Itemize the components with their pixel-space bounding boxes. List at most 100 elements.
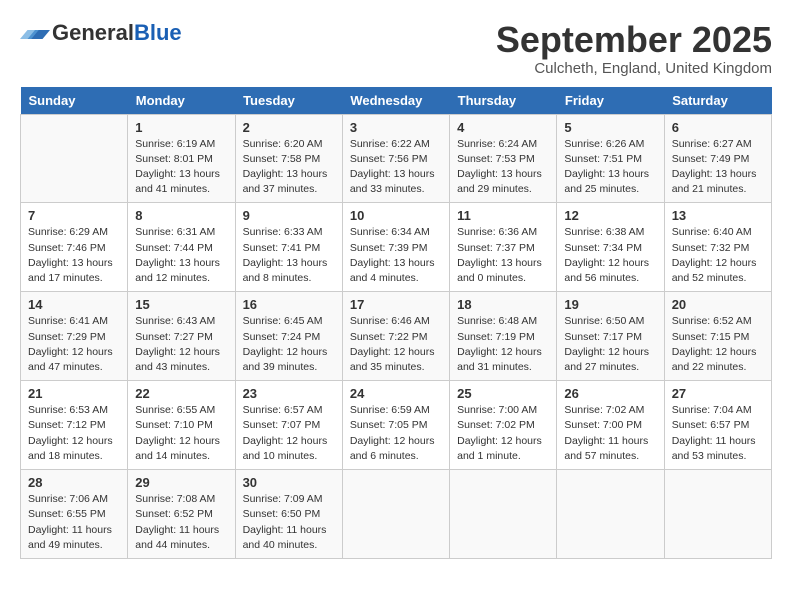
day-number: 22 (135, 386, 227, 401)
day-number: 4 (457, 120, 549, 135)
calendar-cell: 5 Sunrise: 6:26 AM Sunset: 7:51 PM Daylig… (557, 114, 664, 203)
day-number: 9 (243, 208, 335, 223)
subtitle: Culcheth, England, United Kingdom (496, 60, 772, 77)
day-info: Sunrise: 6:24 AM Sunset: 7:53 PM Dayligh… (457, 137, 549, 198)
calendar-cell: 30 Sunrise: 7:09 AM Sunset: 6:50 PM Dayli… (235, 470, 342, 559)
calendar-week-row: 21 Sunrise: 6:53 AM Sunset: 7:12 PM Dayli… (21, 381, 772, 470)
calendar-cell: 8Sunrise: 6:31 AM Sunset: 7:44 PM Daylig… (128, 203, 235, 292)
calendar-week-row: 1 Sunrise: 6:19 AM Sunset: 8:01 PM Daylig… (21, 114, 772, 203)
calendar-cell: 3 Sunrise: 6:22 AM Sunset: 7:56 PM Daylig… (342, 114, 449, 203)
day-info: Sunrise: 6:19 AM Sunset: 8:01 PM Dayligh… (135, 137, 227, 198)
calendar-cell: 4 Sunrise: 6:24 AM Sunset: 7:53 PM Daylig… (450, 114, 557, 203)
day-number: 10 (350, 208, 442, 223)
logo-blue: Blue (134, 20, 182, 45)
day-info: Sunrise: 6:41 AM Sunset: 7:29 PM Dayligh… (28, 314, 120, 375)
col-header-sunday: Sunday (21, 87, 128, 115)
logo-icon (20, 24, 50, 42)
calendar-week-row: 14 Sunrise: 6:41 AM Sunset: 7:29 PM Dayli… (21, 292, 772, 381)
day-info: Sunrise: 6:53 AM Sunset: 7:12 PM Dayligh… (28, 403, 120, 464)
day-info: Sunrise: 6:29 AM Sunset: 7:46 PM Dayligh… (28, 225, 120, 286)
day-number: 12 (564, 208, 656, 223)
calendar-cell: 16 Sunrise: 6:45 AM Sunset: 7:24 PM Dayli… (235, 292, 342, 381)
calendar-week-row: 7 Sunrise: 6:29 AM Sunset: 7:46 PM Daylig… (21, 203, 772, 292)
day-number: 21 (28, 386, 120, 401)
calendar-cell: 7 Sunrise: 6:29 AM Sunset: 7:46 PM Daylig… (21, 203, 128, 292)
day-info: Sunrise: 6:40 AM Sunset: 7:32 PM Dayligh… (672, 225, 764, 286)
calendar-body: 1 Sunrise: 6:19 AM Sunset: 8:01 PM Daylig… (21, 114, 772, 558)
col-header-thursday: Thursday (450, 87, 557, 115)
calendar-header-row: SundayMondayTuesdayWednesdayThursdayFrid… (21, 87, 772, 115)
day-info: Sunrise: 7:09 AM Sunset: 6:50 PM Dayligh… (243, 492, 335, 553)
day-info: Sunrise: 6:20 AM Sunset: 7:58 PM Dayligh… (243, 137, 335, 198)
day-number: 3 (350, 120, 442, 135)
calendar-cell: 11Sunrise: 6:36 AM Sunset: 7:37 PM Dayli… (450, 203, 557, 292)
day-number: 1 (135, 120, 227, 135)
calendar-cell: 18 Sunrise: 6:48 AM Sunset: 7:19 PM Dayli… (450, 292, 557, 381)
day-info: Sunrise: 6:27 AM Sunset: 7:49 PM Dayligh… (672, 137, 764, 198)
day-number: 18 (457, 297, 549, 312)
day-number: 30 (243, 475, 335, 490)
day-info: Sunrise: 7:02 AM Sunset: 7:00 PM Dayligh… (564, 403, 656, 464)
day-info: Sunrise: 6:46 AM Sunset: 7:22 PM Dayligh… (350, 314, 442, 375)
calendar-cell: 21 Sunrise: 6:53 AM Sunset: 7:12 PM Dayli… (21, 381, 128, 470)
day-number: 29 (135, 475, 227, 490)
day-info: Sunrise: 6:59 AM Sunset: 7:05 PM Dayligh… (350, 403, 442, 464)
calendar-cell: 27Sunrise: 7:04 AM Sunset: 6:57 PM Dayli… (664, 381, 771, 470)
calendar-cell: 15 Sunrise: 6:43 AM Sunset: 7:27 PM Dayli… (128, 292, 235, 381)
day-info: Sunrise: 6:22 AM Sunset: 7:56 PM Dayligh… (350, 137, 442, 198)
day-info: Sunrise: 6:34 AM Sunset: 7:39 PM Dayligh… (350, 225, 442, 286)
calendar-cell: 9 Sunrise: 6:33 AM Sunset: 7:41 PM Daylig… (235, 203, 342, 292)
calendar-cell: 29Sunrise: 7:08 AM Sunset: 6:52 PM Dayli… (128, 470, 235, 559)
day-info: Sunrise: 6:26 AM Sunset: 7:51 PM Dayligh… (564, 137, 656, 198)
day-info: Sunrise: 7:00 AM Sunset: 7:02 PM Dayligh… (457, 403, 549, 464)
day-info: Sunrise: 6:43 AM Sunset: 7:27 PM Dayligh… (135, 314, 227, 375)
day-number: 20 (672, 297, 764, 312)
day-number: 6 (672, 120, 764, 135)
calendar-cell: 20 Sunrise: 6:52 AM Sunset: 7:15 PM Dayli… (664, 292, 771, 381)
month-title: September 2025 (496, 20, 772, 60)
day-info: Sunrise: 6:55 AM Sunset: 7:10 PM Dayligh… (135, 403, 227, 464)
day-number: 15 (135, 297, 227, 312)
calendar-cell: 2Sunrise: 6:20 AM Sunset: 7:58 PM Daylig… (235, 114, 342, 203)
col-header-monday: Monday (128, 87, 235, 115)
day-number: 5 (564, 120, 656, 135)
col-header-tuesday: Tuesday (235, 87, 342, 115)
day-number: 14 (28, 297, 120, 312)
day-number: 16 (243, 297, 335, 312)
day-info: Sunrise: 6:31 AM Sunset: 7:44 PM Dayligh… (135, 225, 227, 286)
calendar-cell (664, 470, 771, 559)
day-info: Sunrise: 7:04 AM Sunset: 6:57 PM Dayligh… (672, 403, 764, 464)
col-header-saturday: Saturday (664, 87, 771, 115)
calendar-cell: 28Sunrise: 7:06 AM Sunset: 6:55 PM Dayli… (21, 470, 128, 559)
calendar-cell: 13Sunrise: 6:40 AM Sunset: 7:32 PM Dayli… (664, 203, 771, 292)
day-number: 25 (457, 386, 549, 401)
day-number: 11 (457, 208, 549, 223)
day-number: 23 (243, 386, 335, 401)
calendar-cell: 25 Sunrise: 7:00 AM Sunset: 7:02 PM Dayli… (450, 381, 557, 470)
col-header-friday: Friday (557, 87, 664, 115)
calendar-cell: 23Sunrise: 6:57 AM Sunset: 7:07 PM Dayli… (235, 381, 342, 470)
day-info: Sunrise: 6:48 AM Sunset: 7:19 PM Dayligh… (457, 314, 549, 375)
logo-text: GeneralBlue (52, 20, 182, 46)
logo-general: General (52, 20, 134, 45)
day-number: 26 (564, 386, 656, 401)
calendar-cell: 1 Sunrise: 6:19 AM Sunset: 8:01 PM Daylig… (128, 114, 235, 203)
day-number: 7 (28, 208, 120, 223)
page-header: GeneralBlue September 2025 Culcheth, Eng… (20, 20, 772, 77)
calendar-cell: 22 Sunrise: 6:55 AM Sunset: 7:10 PM Dayli… (128, 381, 235, 470)
calendar-cell (21, 114, 128, 203)
day-number: 19 (564, 297, 656, 312)
title-block: September 2025 Culcheth, England, United… (496, 20, 772, 77)
day-info: Sunrise: 7:06 AM Sunset: 6:55 PM Dayligh… (28, 492, 120, 553)
calendar-cell: 17 Sunrise: 6:46 AM Sunset: 7:22 PM Dayli… (342, 292, 449, 381)
day-number: 17 (350, 297, 442, 312)
col-header-wednesday: Wednesday (342, 87, 449, 115)
calendar-cell (450, 470, 557, 559)
day-info: Sunrise: 6:33 AM Sunset: 7:41 PM Dayligh… (243, 225, 335, 286)
day-number: 24 (350, 386, 442, 401)
day-info: Sunrise: 6:45 AM Sunset: 7:24 PM Dayligh… (243, 314, 335, 375)
calendar-cell: 10 Sunrise: 6:34 AM Sunset: 7:39 PM Dayli… (342, 203, 449, 292)
calendar-cell: 6 Sunrise: 6:27 AM Sunset: 7:49 PM Daylig… (664, 114, 771, 203)
day-info: Sunrise: 6:52 AM Sunset: 7:15 PM Dayligh… (672, 314, 764, 375)
day-info: Sunrise: 6:38 AM Sunset: 7:34 PM Dayligh… (564, 225, 656, 286)
